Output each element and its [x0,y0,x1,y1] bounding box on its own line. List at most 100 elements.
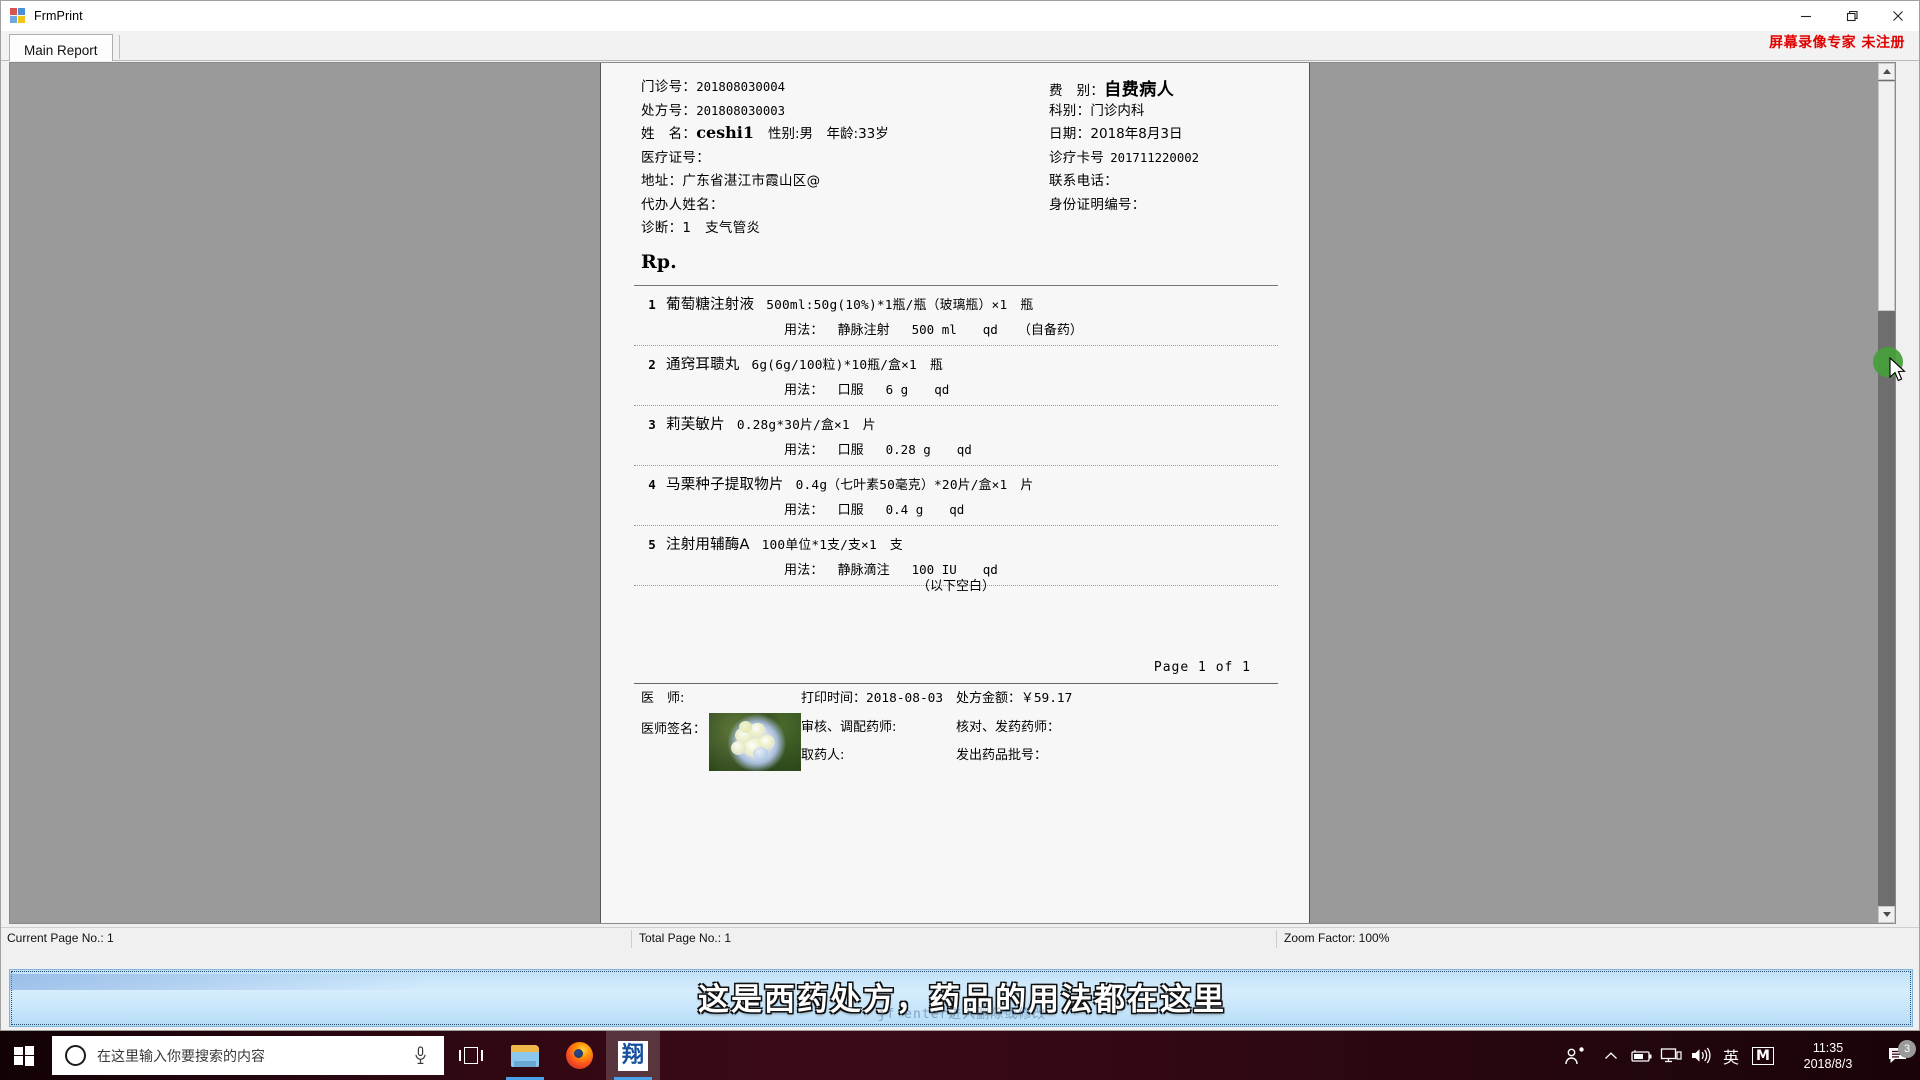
tab-main-report[interactable]: Main Report [9,34,113,61]
report-page: 门诊号：201808030004 费 别：自费病人 处方号：2018080300… [600,63,1310,923]
taskbar-app-file-explorer[interactable] [498,1031,552,1080]
close-button[interactable] [1875,1,1919,31]
report-tabstrip: Main Report [1,31,1919,61]
usage-route: 口服 [837,443,864,458]
patient-name-field: 姓 名：ceshi1 性别:男 年龄:33岁 [641,122,889,142]
usage-route: 口服 [837,503,864,518]
status-divider [631,930,632,948]
item-drug-name: 马栗种子提取物片 [666,477,784,493]
item-number: 1 [648,297,656,312]
header-row: 处方号：201808030003 科别：门诊内科 [601,99,1309,123]
header-row: 姓 名：ceshi1 性别:男 年龄:33岁 日期：2018年8月3日 [601,122,1309,146]
mouse-cursor [1889,357,1906,382]
medical-card-no-field: 诊疗卡号 201711220002 [1049,146,1199,166]
minimize-button[interactable] [1783,1,1829,31]
tab-separator [119,35,120,59]
outpatient-no-label: 门诊号： [641,79,697,95]
task-view-button[interactable] [444,1031,498,1080]
prescription-item-usage: 用法： 口服 0.4 g qd [784,494,1278,525]
battery-icon[interactable] [1626,1049,1656,1063]
fee-type-label: 费 别： [1049,83,1105,99]
footer-divider [634,683,1278,684]
date-field: 日期：2018年8月3日 [1049,122,1182,142]
agent-name-field: 代办人姓名： [641,193,724,213]
prescription-item-line: 5 注射用辅酶A 100单位*1支/支×1 支 [634,526,1278,554]
header-row: 诊断：1 支气管炎 [601,216,1309,240]
header-row: 医疗证号： 诊疗卡号 201711220002 [601,146,1309,170]
chevron-up-icon [1882,69,1891,74]
fee-type-field: 费 别：自费病人 [1049,75,1174,100]
scrollbar-thumb[interactable] [1878,81,1895,311]
date-label: 日期： [1049,126,1091,142]
usage-frequency: qd [982,322,998,337]
taskbar-app-xdb[interactable]: 翔 [606,1031,660,1080]
scroll-up-button[interactable] [1878,63,1895,80]
prescription-item-usage: 用法： 静脉注射 500 ml qd （自备药） [784,314,1278,345]
date-value: 2018年8月3日 [1090,126,1183,142]
ime-mode-badge[interactable]: M [1746,1046,1780,1065]
scroll-down-button[interactable] [1878,906,1895,923]
diagnosis-field: 诊断：1 支气管炎 [641,216,760,236]
id-number-label: 身份证明编号： [1049,196,1146,213]
window-titlebar[interactable]: FrmPrint [1,1,1919,31]
clock[interactable]: 11:35 2018/8/3 [1780,1040,1876,1072]
prescription-no-value: 201808030003 [696,103,786,118]
volume-icon[interactable] [1686,1047,1716,1064]
usage-frequency: qd [956,442,972,457]
prescription-header: 门诊号：201808030004 费 别：自费病人 处方号：2018080300… [601,75,1309,240]
footer-row: 取药人: 发出药品批号： [601,742,1309,767]
taskbar-app-firefox[interactable] [552,1031,606,1080]
address-field: 地址：广东省湛江市霞山区@ [641,169,820,189]
usage-label: 用法： [784,443,824,458]
prescription-item-line: 4 马栗种子提取物片 0.4g（七叶素50毫克）*20片/盒×1 片 [634,466,1278,494]
usage-dose: 0.28 g [885,442,931,457]
amount-value: ￥59.17 [1021,691,1073,706]
window-title: FrmPrint [34,9,83,23]
header-row: 地址：广东省湛江市霞山区@ 联系电话： [601,169,1309,193]
prescription-item: 3 莉芙敏片 0.28g*30片/盒×1 片 用法： 口服 0.28 g qd [634,406,1278,465]
cortana-icon [65,1045,86,1066]
usage-note: （自备药） [1017,323,1083,338]
department-label: 科别： [1049,102,1091,119]
item-spec: 500ml:50g(10%)*1瓶/瓶（玻璃瓶）×1 瓶 [766,298,1034,313]
folder-icon [511,1044,539,1067]
search-placeholder: 在这里输入你要搜索的内容 [97,1047,265,1064]
notification-center-button[interactable]: 3 [1876,1039,1920,1066]
xdb-app-glyph: 翔 [621,1042,644,1068]
zoom-factor-status: Zoom Factor: 100% [1284,931,1390,945]
amount-field: 处方金额：￥59.17 [956,687,1072,706]
show-hidden-icons-chevron[interactable] [1596,1051,1626,1061]
subtitle-caption-panel[interactable]: 这是西药处方，药品的用法都在这里 jf enter进入删除或修改 [9,969,1913,1027]
doctor-label: 医 师: [641,691,685,706]
tab-main-report-label: Main Report [24,42,98,58]
clock-date: 2018/8/3 [1803,1056,1853,1071]
network-icon[interactable] [1656,1047,1686,1064]
ime-language-indicator[interactable]: 英 [1716,1044,1746,1068]
item-spec: 0.28g*30片/盒×1 片 [736,418,876,433]
item-drug-name: 葡萄糖注射液 [666,297,755,313]
people-icon[interactable] [1556,1046,1596,1066]
start-button[interactable] [0,1031,48,1080]
print-time-field: 打印时间：2018-08-03 [801,687,943,706]
footer-row: 医 师: 打印时间：2018-08-03 处方金额：￥59.17 [601,687,1309,712]
report-viewport[interactable]: 门诊号：201808030004 费 别：自费病人 处方号：2018080300… [9,62,1896,924]
patient-name-value: ceshi1 [696,123,754,142]
microphone-icon[interactable] [414,1046,427,1070]
department-value: 门诊内科 [1090,102,1145,119]
chevron-down-icon [1882,912,1891,917]
item-spec: 6g(6g/100粒)*10瓶/盒×1 瓶 [751,358,943,373]
usage-frequency: qd [949,502,965,517]
medical-card-no-label: 诊疗卡号 [1049,149,1105,166]
clock-time: 11:35 [1812,1040,1844,1055]
search-input[interactable]: 在这里输入你要搜索的内容 [52,1036,444,1075]
ime-mode-label: M [1752,1046,1774,1065]
restore-button[interactable] [1829,1,1875,31]
item-number: 2 [648,357,656,372]
print-time-value: 2018-08-03 [866,691,944,706]
prescription-footer: 医 师: 打印时间：2018-08-03 处方金额：￥59.17 医师签名： 审… [601,687,1309,771]
report-vertical-scrollbar[interactable] [1878,63,1895,923]
prescription-no-label: 处方号： [641,102,697,119]
frmprint-window: FrmPrint 屏幕录像专家 未注册 Main Report 门诊号：2018… [0,0,1920,1031]
receiver-label: 取药人: [801,748,845,763]
screen-recorder-watermark: 屏幕录像专家 未注册 [1769,35,1905,51]
